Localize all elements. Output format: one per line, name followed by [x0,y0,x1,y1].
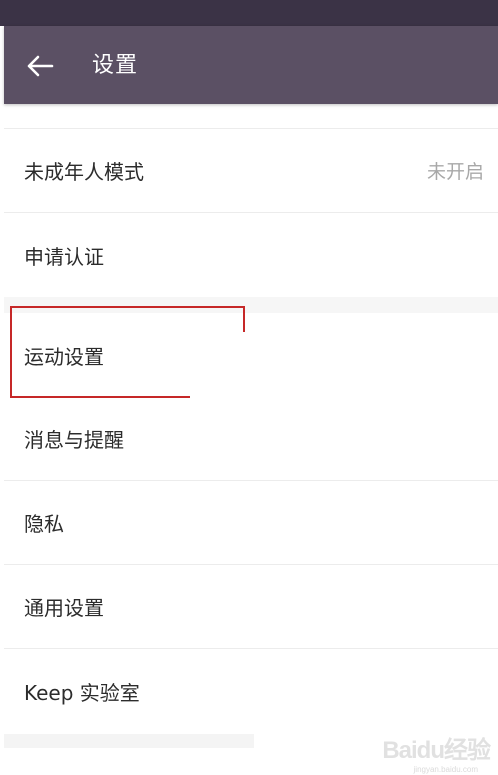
back-button[interactable] [22,48,58,84]
baidu-watermark: Baidu经验 jingyan.baidu.com [382,730,491,774]
highlight-annotation [10,306,245,398]
list-divider [4,104,498,129]
settings-item-keep-lab[interactable]: Keep 实验室 [4,649,498,733]
settings-item-label: Keep 实验室 [24,680,140,705]
page-title: 设置 [92,53,139,78]
watermark-url: jingyan.baidu.com [413,765,478,774]
settings-list: 未成年人模式 未开启 申请认证 运动设置 消息与提醒 隐私 通用设置 Keep … [4,104,498,733]
settings-item-value: 未开启 [426,161,484,183]
bottom-strip [4,734,254,748]
settings-item-verification[interactable]: 申请认证 [4,213,498,297]
watermark-logo: Baidu经验 [382,737,491,764]
highlight-annotation-edge [10,396,190,398]
highlight-annotation-edge [243,306,245,332]
settings-item-label: 消息与提醒 [24,428,124,452]
settings-item-label: 未成年人模式 [24,160,144,184]
settings-item-label: 隐私 [24,512,64,536]
settings-item-general[interactable]: 通用设置 [4,565,498,649]
status-bar [0,0,498,26]
settings-item-minor-mode[interactable]: 未成年人模式 未开启 [4,129,498,213]
settings-item-label: 申请认证 [24,244,104,269]
settings-item-privacy[interactable]: 隐私 [4,481,498,565]
settings-item-label: 通用设置 [24,596,104,620]
settings-item-notifications[interactable]: 消息与提醒 [4,397,498,481]
app-bar: 设置 [4,26,498,104]
back-arrow-icon [27,55,54,77]
